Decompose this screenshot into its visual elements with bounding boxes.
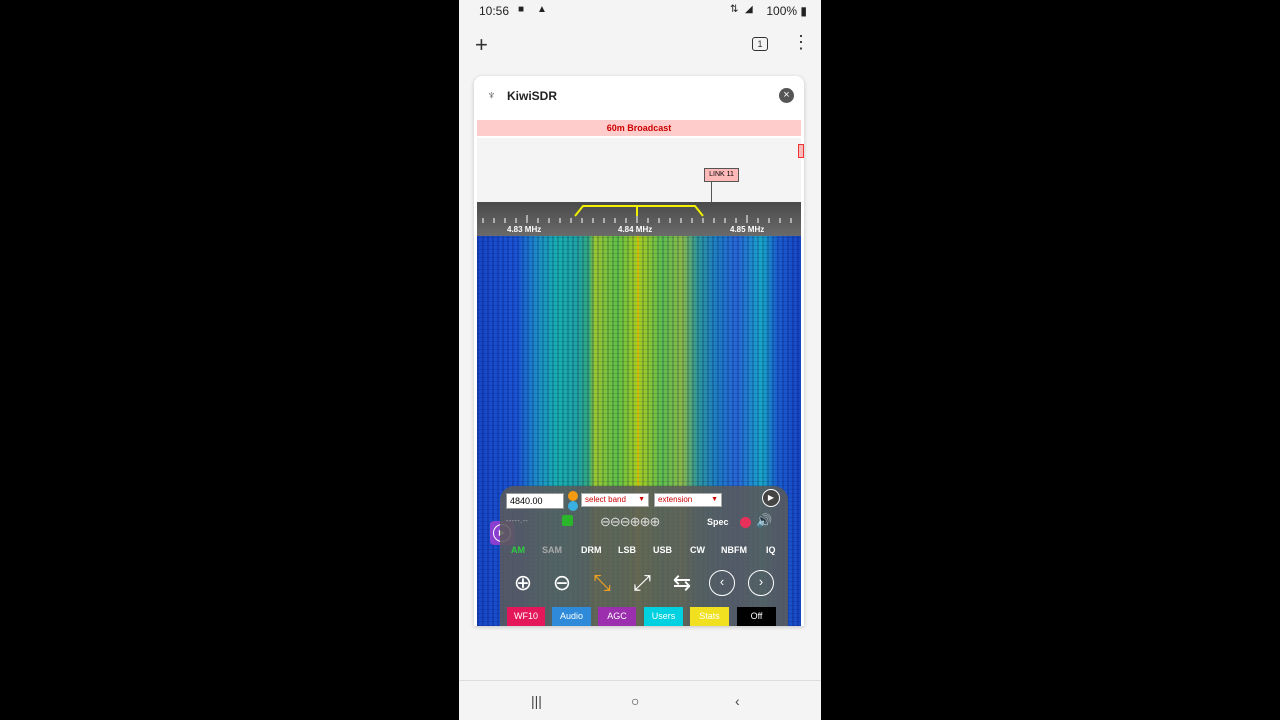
tab-users[interactable]: Users <box>644 607 683 626</box>
browser-toolbar: + 1 ⋮ <box>459 26 821 62</box>
back-button[interactable]: ‹ <box>735 693 740 709</box>
tab-wf10[interactable]: WF10 <box>507 607 545 626</box>
mode-usb[interactable]: USB <box>653 545 672 555</box>
control-panel: 4840.00 select band ▼ extension ▼ ▶ ----… <box>500 486 788 626</box>
recents-button[interactable]: ||| <box>531 693 542 709</box>
station-label-area: LINK 11 <box>477 138 804 202</box>
mode-nbfm[interactable]: NBFM <box>721 545 747 555</box>
antenna-icon: ♆ <box>487 88 496 102</box>
mode-cw[interactable]: CW <box>690 545 705 555</box>
extension-select-value: extension <box>658 495 693 504</box>
dropdown-arrow-icon: ▼ <box>638 496 645 503</box>
mode-sam[interactable]: SAM <box>542 545 562 555</box>
phone-screen: 10:56 ■ ▲ ⇅ ◢ 100% ▮ + 1 ⋮ ♆ KiwiSDR × 6… <box>459 0 821 720</box>
scale-label-2: 4.84 MHz <box>618 225 653 234</box>
zoom-buttons[interactable]: ⊖⊖⊖⊕⊕⊕ <box>600 514 660 530</box>
speaker-icon[interactable]: 🔊 <box>756 513 772 529</box>
edge-station-marker[interactable] <box>798 144 804 158</box>
new-tab-icon[interactable]: + <box>475 32 488 58</box>
scale-label-3: 4.85 MHz <box>730 225 765 234</box>
frequency-scale[interactable]: 4.83 MHz 4.84 MHz 4.85 MHz <box>477 202 801 236</box>
mode-drm[interactable]: DRM <box>581 545 602 555</box>
home-button[interactable]: ○ <box>631 693 639 709</box>
band-select-value: select band <box>585 495 626 504</box>
mode-lsb[interactable]: LSB <box>618 545 636 555</box>
mode-am[interactable]: AM <box>511 545 525 555</box>
green-status-icon[interactable] <box>562 515 573 526</box>
station-marker[interactable]: LINK 11 <box>704 168 739 182</box>
extension-select[interactable]: extension ▼ <box>654 493 722 507</box>
battery-percent: 100% <box>766 4 798 18</box>
marker-line <box>711 182 712 202</box>
mode-iq[interactable]: IQ <box>766 545 776 555</box>
swap-icon[interactable]: ⇆ <box>669 570 695 596</box>
dropdown-arrow-icon: ▼ <box>711 496 718 503</box>
close-icon[interactable]: × <box>779 88 794 103</box>
zoom-max-icon[interactable]: ⤢ <box>629 570 655 596</box>
page-right-icon[interactable]: › <box>748 570 774 596</box>
step-down-icon[interactable] <box>568 501 578 511</box>
zoom-in-icon[interactable]: ⊕ <box>510 570 536 596</box>
battery-icon: ▮ <box>800 4 807 18</box>
status-bar: 10:56 ■ ▲ ⇅ ◢ 100% ▮ <box>459 0 821 22</box>
android-nav-bar: ||| ○ ‹ <box>459 680 821 720</box>
signal-icon: ◢ <box>745 4 753 15</box>
status-time: 10:56 <box>479 4 510 18</box>
spec-button[interactable]: Spec <box>707 517 729 527</box>
frequency-input[interactable]: 4840.00 <box>506 493 564 509</box>
scale-label-1: 4.83 MHz <box>507 225 542 234</box>
bell-icon: ▲ <box>537 4 547 15</box>
page-left-icon[interactable]: ‹ <box>709 570 735 596</box>
menu-icon[interactable]: ⋮ <box>792 32 810 52</box>
lte-icon: ⇅ <box>730 4 739 15</box>
band-select[interactable]: select band ▼ <box>581 493 649 507</box>
zoom-out-icon[interactable]: ⊖ <box>549 570 575 596</box>
zoom-band-icon[interactable]: ⤡ <box>589 570 615 596</box>
tab-stats[interactable]: Stats <box>690 607 729 626</box>
window-header: ♆ KiwiSDR × <box>474 76 804 116</box>
tab-count-button[interactable]: 1 <box>752 37 768 51</box>
video-icon: ■ <box>518 4 525 15</box>
tab-off[interactable]: Off <box>737 607 776 626</box>
frequency-step-arrows[interactable] <box>568 491 578 511</box>
window-title: KiwiSDR <box>507 89 558 103</box>
play-button[interactable]: ▶ <box>762 489 780 507</box>
tab-audio[interactable]: Audio <box>552 607 591 626</box>
signal-meter: -----.-- <box>506 518 529 525</box>
tab-agc[interactable]: AGC <box>598 607 636 626</box>
record-icon[interactable] <box>740 517 751 528</box>
step-up-icon[interactable] <box>568 491 578 501</box>
kiwisdr-window: ♆ KiwiSDR × 60m Broadcast LINK 11 4.83 M… <box>474 76 804 626</box>
band-bar[interactable]: 60m Broadcast <box>477 120 801 136</box>
status-right: 100% ▮ <box>766 4 807 18</box>
